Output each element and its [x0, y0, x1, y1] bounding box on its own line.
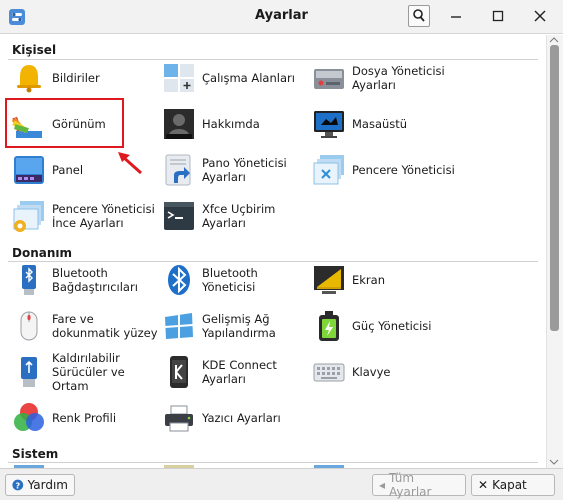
settings-item-power-manager[interactable]: Güç Yöneticisi [312, 305, 460, 347]
settings-item-bluetooth-adapters[interactable]: Bluetooth Bağdaştırıcıları [12, 259, 160, 301]
clipboard-manager-icon [165, 154, 191, 186]
help-icon: ? [12, 479, 24, 491]
close-icon: ✕ [478, 478, 489, 492]
search-button[interactable] [408, 5, 430, 27]
highlight-box [5, 98, 124, 148]
svg-text:?: ? [15, 480, 20, 490]
item-label: Pencere Yöneticisi [352, 163, 455, 177]
item-label: Çalışma Alanları [202, 71, 295, 85]
all-settings-label: Tüm Ayarlar [389, 471, 432, 499]
settings-item-display[interactable]: Ekran [312, 259, 460, 301]
bottom-bar: ? Yardım ◂ Tüm Ayarlar ✕ Kapat [0, 468, 563, 500]
kde-connect-icon [170, 356, 188, 388]
item-label: Hakkımda [202, 117, 260, 131]
item-label: Gelişmiş Ağ Yapılandırma [202, 312, 276, 340]
mouse-icon [20, 311, 38, 341]
settings-item-notifications[interactable]: Bildiriler [12, 57, 160, 99]
file-manager-icon [314, 69, 344, 89]
close-label: Kapat [492, 478, 527, 492]
item-label: Panel [52, 163, 84, 177]
item-label: Renk Profili [52, 411, 117, 425]
item-label: Yazıcı Ayarları [202, 411, 281, 425]
item-label: Pano Yöneticisi Ayarları [202, 156, 287, 184]
scroll-down-arrow-icon[interactable] [549, 459, 559, 465]
settings-content: Kişisel Bildiriler Çalışma Alanları Dosy… [0, 35, 546, 468]
close-button[interactable]: ✕ Kapat [471, 474, 555, 496]
maximize-button[interactable] [486, 5, 510, 27]
close-window-button[interactable] [528, 5, 552, 27]
desktop-icon [314, 111, 344, 138]
item-label: Xfce Uçbirim Ayarları [202, 202, 276, 230]
settings-item-window-tweaks[interactable]: Pencere Yöneticisi İnce Ayarları [12, 195, 160, 237]
vertical-scrollbar[interactable] [546, 35, 563, 468]
item-label: Kaldırılabilir Sürücüler ve Ortam [52, 351, 125, 393]
battery-icon [319, 311, 339, 341]
section-title-system: Sistem [12, 447, 59, 461]
window-manager-icon [313, 155, 344, 185]
item-label: Bluetooth Yöneticisi [202, 266, 258, 294]
settings-item-network[interactable]: Gelişmiş Ağ Yapılandırma [162, 305, 310, 347]
settings-item-removable-drives[interactable]: Kaldırılabilir Sürücüler ve Ortam [12, 351, 160, 393]
section-title-hardware: Donanım [12, 246, 73, 260]
item-label: Ekran [352, 273, 385, 287]
settings-item-about-me[interactable]: Hakkımda [162, 103, 310, 145]
display-icon [314, 266, 344, 294]
settings-item-workspaces[interactable]: Çalışma Alanları [162, 57, 310, 99]
item-label: Masaüstü [352, 117, 408, 131]
help-label: Yardım [27, 478, 68, 492]
section-separator [8, 462, 538, 463]
back-arrow-icon: ◂ [379, 478, 386, 492]
scrollbar-thumb[interactable] [550, 45, 559, 331]
settings-item-clipboard-manager[interactable]: Pano Yöneticisi Ayarları [162, 149, 310, 191]
settings-item-bluetooth-manager[interactable]: Bluetooth Yöneticisi [162, 259, 310, 301]
settings-item-terminal[interactable]: Xfce Uçbirim Ayarları [162, 195, 310, 237]
settings-item-kde-connect[interactable]: KDE Connect Ayarları [162, 351, 310, 393]
settings-item-desktop[interactable]: Masaüstü [312, 103, 460, 145]
workspaces-icon [164, 64, 194, 92]
item-label: Bildiriler [52, 71, 100, 85]
section-title-personal: Kişisel [12, 43, 57, 57]
settings-item-keyboard[interactable]: Klavye [312, 351, 460, 393]
title-bar: Ayarlar [0, 0, 563, 34]
item-label: Dosya Yöneticisi Ayarları [352, 64, 445, 92]
item-label: Fare ve dokunmatik yüzey [52, 312, 158, 340]
usb-drive-icon [21, 357, 37, 387]
settings-item-window-manager[interactable]: Pencere Yöneticisi [312, 149, 460, 191]
search-icon [413, 9, 425, 22]
settings-item-mouse-touchpad[interactable]: Fare ve dokunmatik yüzey [12, 305, 160, 347]
all-settings-button[interactable]: ◂ Tüm Ayarlar [372, 471, 466, 499]
settings-item-color-profile[interactable]: Renk Profili [12, 397, 160, 439]
terminal-icon [164, 202, 194, 230]
scroll-up-arrow-icon[interactable] [549, 37, 559, 43]
settings-item-printer[interactable]: Yazıcı Ayarları [162, 397, 310, 439]
bell-icon [17, 65, 41, 93]
arrow-icon [118, 152, 143, 175]
item-label: Klavye [352, 365, 391, 379]
about-me-icon [164, 109, 194, 139]
item-label: Bluetooth Bağdaştırıcıları [52, 266, 138, 294]
minimize-button[interactable] [444, 5, 468, 27]
printer-icon [165, 405, 193, 432]
bluetooth-adapter-icon [22, 265, 36, 295]
item-label: KDE Connect Ayarları [202, 358, 277, 386]
color-profile-icon [14, 403, 44, 431]
item-label: Pencere Yöneticisi İnce Ayarları [52, 202, 155, 230]
panel-icon [14, 156, 44, 184]
window-tweaks-icon [13, 201, 44, 232]
help-button[interactable]: ? Yardım [5, 474, 75, 496]
window-title: Ayarlar [255, 8, 308, 23]
network-icon [164, 313, 194, 339]
bluetooth-icon [168, 265, 190, 295]
item-label: Güç Yöneticisi [352, 319, 432, 333]
settings-item-file-manager[interactable]: Dosya Yöneticisi Ayarları [312, 57, 460, 99]
keyboard-icon [313, 363, 345, 382]
